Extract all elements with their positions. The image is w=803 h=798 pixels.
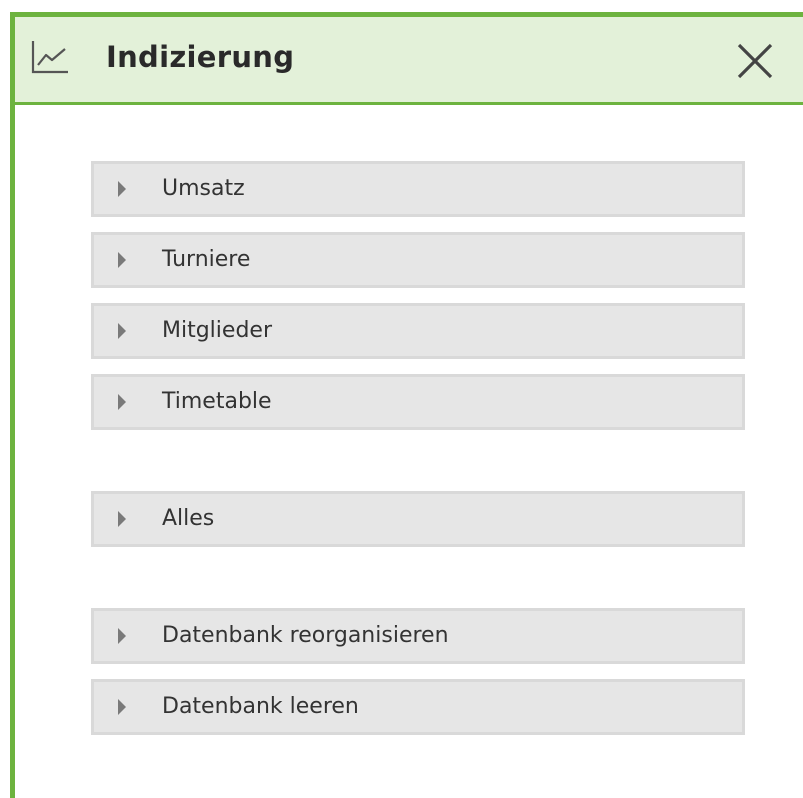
action-label: Umsatz xyxy=(162,176,245,201)
action-datenbank-reorganisieren[interactable]: Datenbank reorganisieren xyxy=(91,608,745,664)
action-timetable[interactable]: Timetable xyxy=(91,374,745,430)
close-icon[interactable] xyxy=(733,39,777,83)
caret-right-icon xyxy=(118,699,126,715)
action-label: Turniere xyxy=(162,247,251,272)
caret-right-icon xyxy=(118,394,126,410)
action-datenbank-leeren[interactable]: Datenbank leeren xyxy=(91,679,745,735)
caret-right-icon xyxy=(118,252,126,268)
action-label: Alles xyxy=(162,506,215,531)
line-chart-icon xyxy=(31,41,68,74)
dialog-titlebar: Indizierung xyxy=(15,17,803,105)
caret-right-icon xyxy=(118,181,126,197)
caret-right-icon xyxy=(118,511,126,527)
action-umsatz[interactable]: Umsatz xyxy=(91,161,745,217)
action-label: Datenbank leeren xyxy=(162,694,359,719)
action-alles[interactable]: Alles xyxy=(91,491,745,547)
action-label: Mitglieder xyxy=(162,318,272,343)
caret-right-icon xyxy=(118,628,126,644)
caret-right-icon xyxy=(118,323,126,339)
dialog-title: Indizierung xyxy=(106,40,295,74)
indizierung-dialog: Indizierung Umsatz Turniere Mitglieder T… xyxy=(10,12,803,798)
action-turniere[interactable]: Turniere xyxy=(91,232,745,288)
action-mitglieder[interactable]: Mitglieder xyxy=(91,303,745,359)
action-label: Timetable xyxy=(162,389,272,414)
action-label: Datenbank reorganisieren xyxy=(162,623,449,648)
